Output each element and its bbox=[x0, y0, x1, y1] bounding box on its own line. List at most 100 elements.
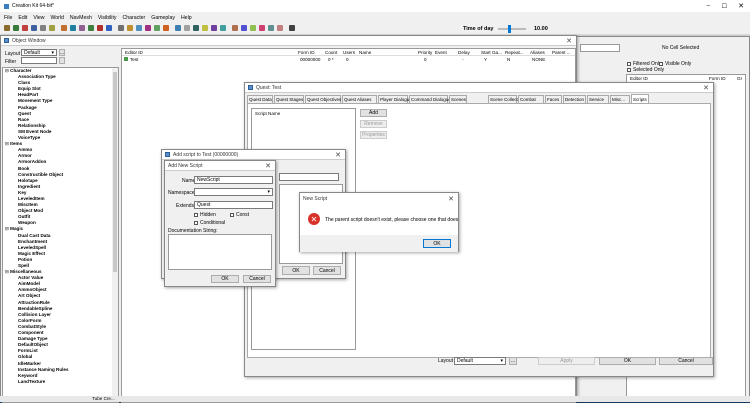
toolbar-button-icon[interactable] bbox=[79, 25, 85, 31]
hidden-checkbox[interactable]: Hidden bbox=[194, 212, 216, 218]
menu-item[interactable]: Gameplay bbox=[151, 15, 175, 23]
column-header[interactable]: Editor ID bbox=[125, 50, 143, 55]
menu-item[interactable]: Character bbox=[123, 15, 146, 23]
close-icon[interactable]: ✕ bbox=[738, 2, 744, 10]
menu-item[interactable]: Edit bbox=[18, 15, 27, 23]
toolbar-button-icon[interactable] bbox=[211, 25, 217, 31]
table-row[interactable]: Test 00000000 0 * 0 0 - Y N NONE bbox=[122, 56, 575, 63]
toolbar-button-icon[interactable] bbox=[268, 25, 274, 31]
column-header[interactable]: Start Ga... bbox=[481, 50, 502, 55]
const-checkbox[interactable]: Const bbox=[230, 212, 249, 218]
tab-scenes[interactable]: Scenes bbox=[449, 95, 467, 103]
toolbar-button-icon[interactable] bbox=[154, 25, 160, 31]
apply-button[interactable]: Apply bbox=[538, 357, 595, 365]
name-input[interactable]: NewScript bbox=[194, 176, 273, 184]
add-button[interactable]: Add bbox=[360, 109, 387, 117]
tab-quest-objectives[interactable]: Quest Objectives bbox=[305, 95, 341, 103]
tab-player-dialogue[interactable]: Player Dialogue bbox=[378, 95, 412, 103]
column-header[interactable]: Parent ... bbox=[552, 50, 571, 55]
toolbar-button-icon[interactable] bbox=[106, 25, 112, 31]
menu-item[interactable]: File bbox=[4, 15, 12, 23]
toolbar-button-icon[interactable] bbox=[40, 25, 46, 31]
column-header[interactable]: Delay bbox=[458, 50, 470, 55]
cancel-button[interactable]: Cancel bbox=[243, 275, 271, 283]
properties-button[interactable]: Properties bbox=[360, 131, 387, 139]
time-slider[interactable] bbox=[498, 25, 526, 33]
close-icon[interactable]: ✕ bbox=[703, 84, 709, 92]
tab-quest-data[interactable]: Quest Data bbox=[247, 95, 273, 103]
toolbar-button-icon[interactable] bbox=[97, 25, 103, 31]
menu-item[interactable]: World bbox=[50, 15, 63, 23]
tab-scene-collections[interactable]: Scene Collections bbox=[488, 95, 526, 103]
tab-scripts[interactable]: Scripts bbox=[631, 94, 649, 103]
toolbar-button-icon[interactable] bbox=[163, 25, 169, 31]
toolbar-button-icon[interactable] bbox=[22, 25, 28, 31]
cancel-button[interactable]: Cancel bbox=[659, 357, 713, 365]
conditional-checkbox[interactable]: Conditional bbox=[194, 220, 225, 226]
tab-faces[interactable]: Faces bbox=[545, 95, 562, 103]
column-header[interactable]: Aliases bbox=[530, 50, 545, 55]
ok-button[interactable]: OK bbox=[423, 239, 451, 248]
minimize-icon[interactable]: – bbox=[707, 3, 710, 9]
toolbar-button-icon[interactable] bbox=[4, 25, 10, 31]
tab-misc[interactable]: Misc... bbox=[610, 95, 630, 103]
column-header[interactable]: Form ID bbox=[298, 50, 315, 55]
toolbar-button-icon[interactable] bbox=[145, 25, 151, 31]
tab-detection[interactable]: Detection bbox=[563, 95, 586, 103]
layout-button[interactable]: … bbox=[509, 357, 517, 365]
menu-item[interactable]: View bbox=[33, 15, 44, 23]
remove-button[interactable]: Remove bbox=[360, 120, 387, 128]
tree-scrollbar[interactable] bbox=[112, 68, 118, 402]
toolbar-button-icon[interactable] bbox=[232, 25, 238, 31]
toolbar-button-icon[interactable] bbox=[184, 25, 190, 31]
filter-button[interactable] bbox=[59, 57, 65, 64]
ok-button[interactable]: OK bbox=[282, 266, 310, 275]
toolbar-button-icon[interactable] bbox=[136, 25, 142, 31]
ok-button[interactable]: OK bbox=[599, 357, 656, 365]
column-header[interactable]: Event bbox=[435, 50, 447, 55]
layout-select[interactable]: Default bbox=[454, 357, 506, 365]
cancel-button[interactable]: Cancel bbox=[313, 266, 341, 275]
close-icon[interactable]: ✕ bbox=[265, 162, 271, 170]
cell-dropdown[interactable] bbox=[580, 44, 620, 52]
doc-string-textarea[interactable] bbox=[168, 234, 272, 270]
namespace-select[interactable] bbox=[194, 188, 273, 196]
column-header[interactable]: Repeat... bbox=[505, 50, 524, 55]
column-header[interactable]: Name bbox=[359, 50, 371, 55]
toolbar-button-icon[interactable] bbox=[193, 25, 199, 31]
toolbar-button-icon[interactable] bbox=[88, 25, 94, 31]
toolbar-button-icon[interactable] bbox=[202, 25, 208, 31]
filter-input[interactable] bbox=[21, 57, 57, 64]
ok-button[interactable]: OK bbox=[211, 275, 239, 283]
toolbar-button-icon[interactable] bbox=[220, 25, 226, 31]
menu-item[interactable]: Visibility bbox=[98, 15, 117, 23]
toolbar-button-icon[interactable] bbox=[277, 25, 283, 31]
category-tree[interactable]: CharacterAssociation TypeClassEquip Slot… bbox=[2, 67, 119, 403]
toolbar-button-icon[interactable] bbox=[118, 25, 124, 31]
col-gr[interactable]: Gr bbox=[737, 76, 742, 81]
column-header[interactable]: Count bbox=[325, 50, 337, 55]
toolbar-button-icon[interactable] bbox=[31, 25, 37, 31]
col-script-name[interactable]: Script Name bbox=[255, 111, 280, 116]
script-filter-input[interactable] bbox=[279, 173, 339, 181]
tab-service[interactable]: Service bbox=[587, 95, 609, 103]
tree-item[interactable]: LandTexture bbox=[5, 379, 118, 385]
toolbar-button-icon[interactable] bbox=[49, 25, 55, 31]
tab-quest-aliases[interactable]: Quest Aliases bbox=[342, 95, 377, 103]
col-form-id[interactable]: Form ID bbox=[709, 76, 726, 81]
tab-combat[interactable]: Combat bbox=[518, 95, 544, 103]
selected-only-checkbox[interactable]: Selected Only bbox=[627, 67, 664, 73]
col-editor-id[interactable]: Editor ID bbox=[630, 76, 648, 81]
toolbar-button-icon[interactable] bbox=[259, 25, 265, 31]
extends-input[interactable]: Quest bbox=[194, 201, 273, 209]
toolbar-button-icon[interactable] bbox=[61, 25, 67, 31]
toolbar-button-icon[interactable] bbox=[241, 25, 247, 31]
close-icon[interactable]: ✕ bbox=[448, 195, 454, 203]
close-icon[interactable]: ✕ bbox=[566, 37, 572, 45]
menu-item[interactable]: Help bbox=[181, 15, 192, 23]
toolbar-button-icon[interactable] bbox=[175, 25, 181, 31]
toolbar-button-icon[interactable] bbox=[13, 25, 19, 31]
tab-command-dialogue[interactable]: Command Dialogue bbox=[409, 95, 451, 103]
close-icon[interactable]: ✕ bbox=[335, 151, 341, 159]
layout-select[interactable]: Default bbox=[21, 49, 57, 56]
